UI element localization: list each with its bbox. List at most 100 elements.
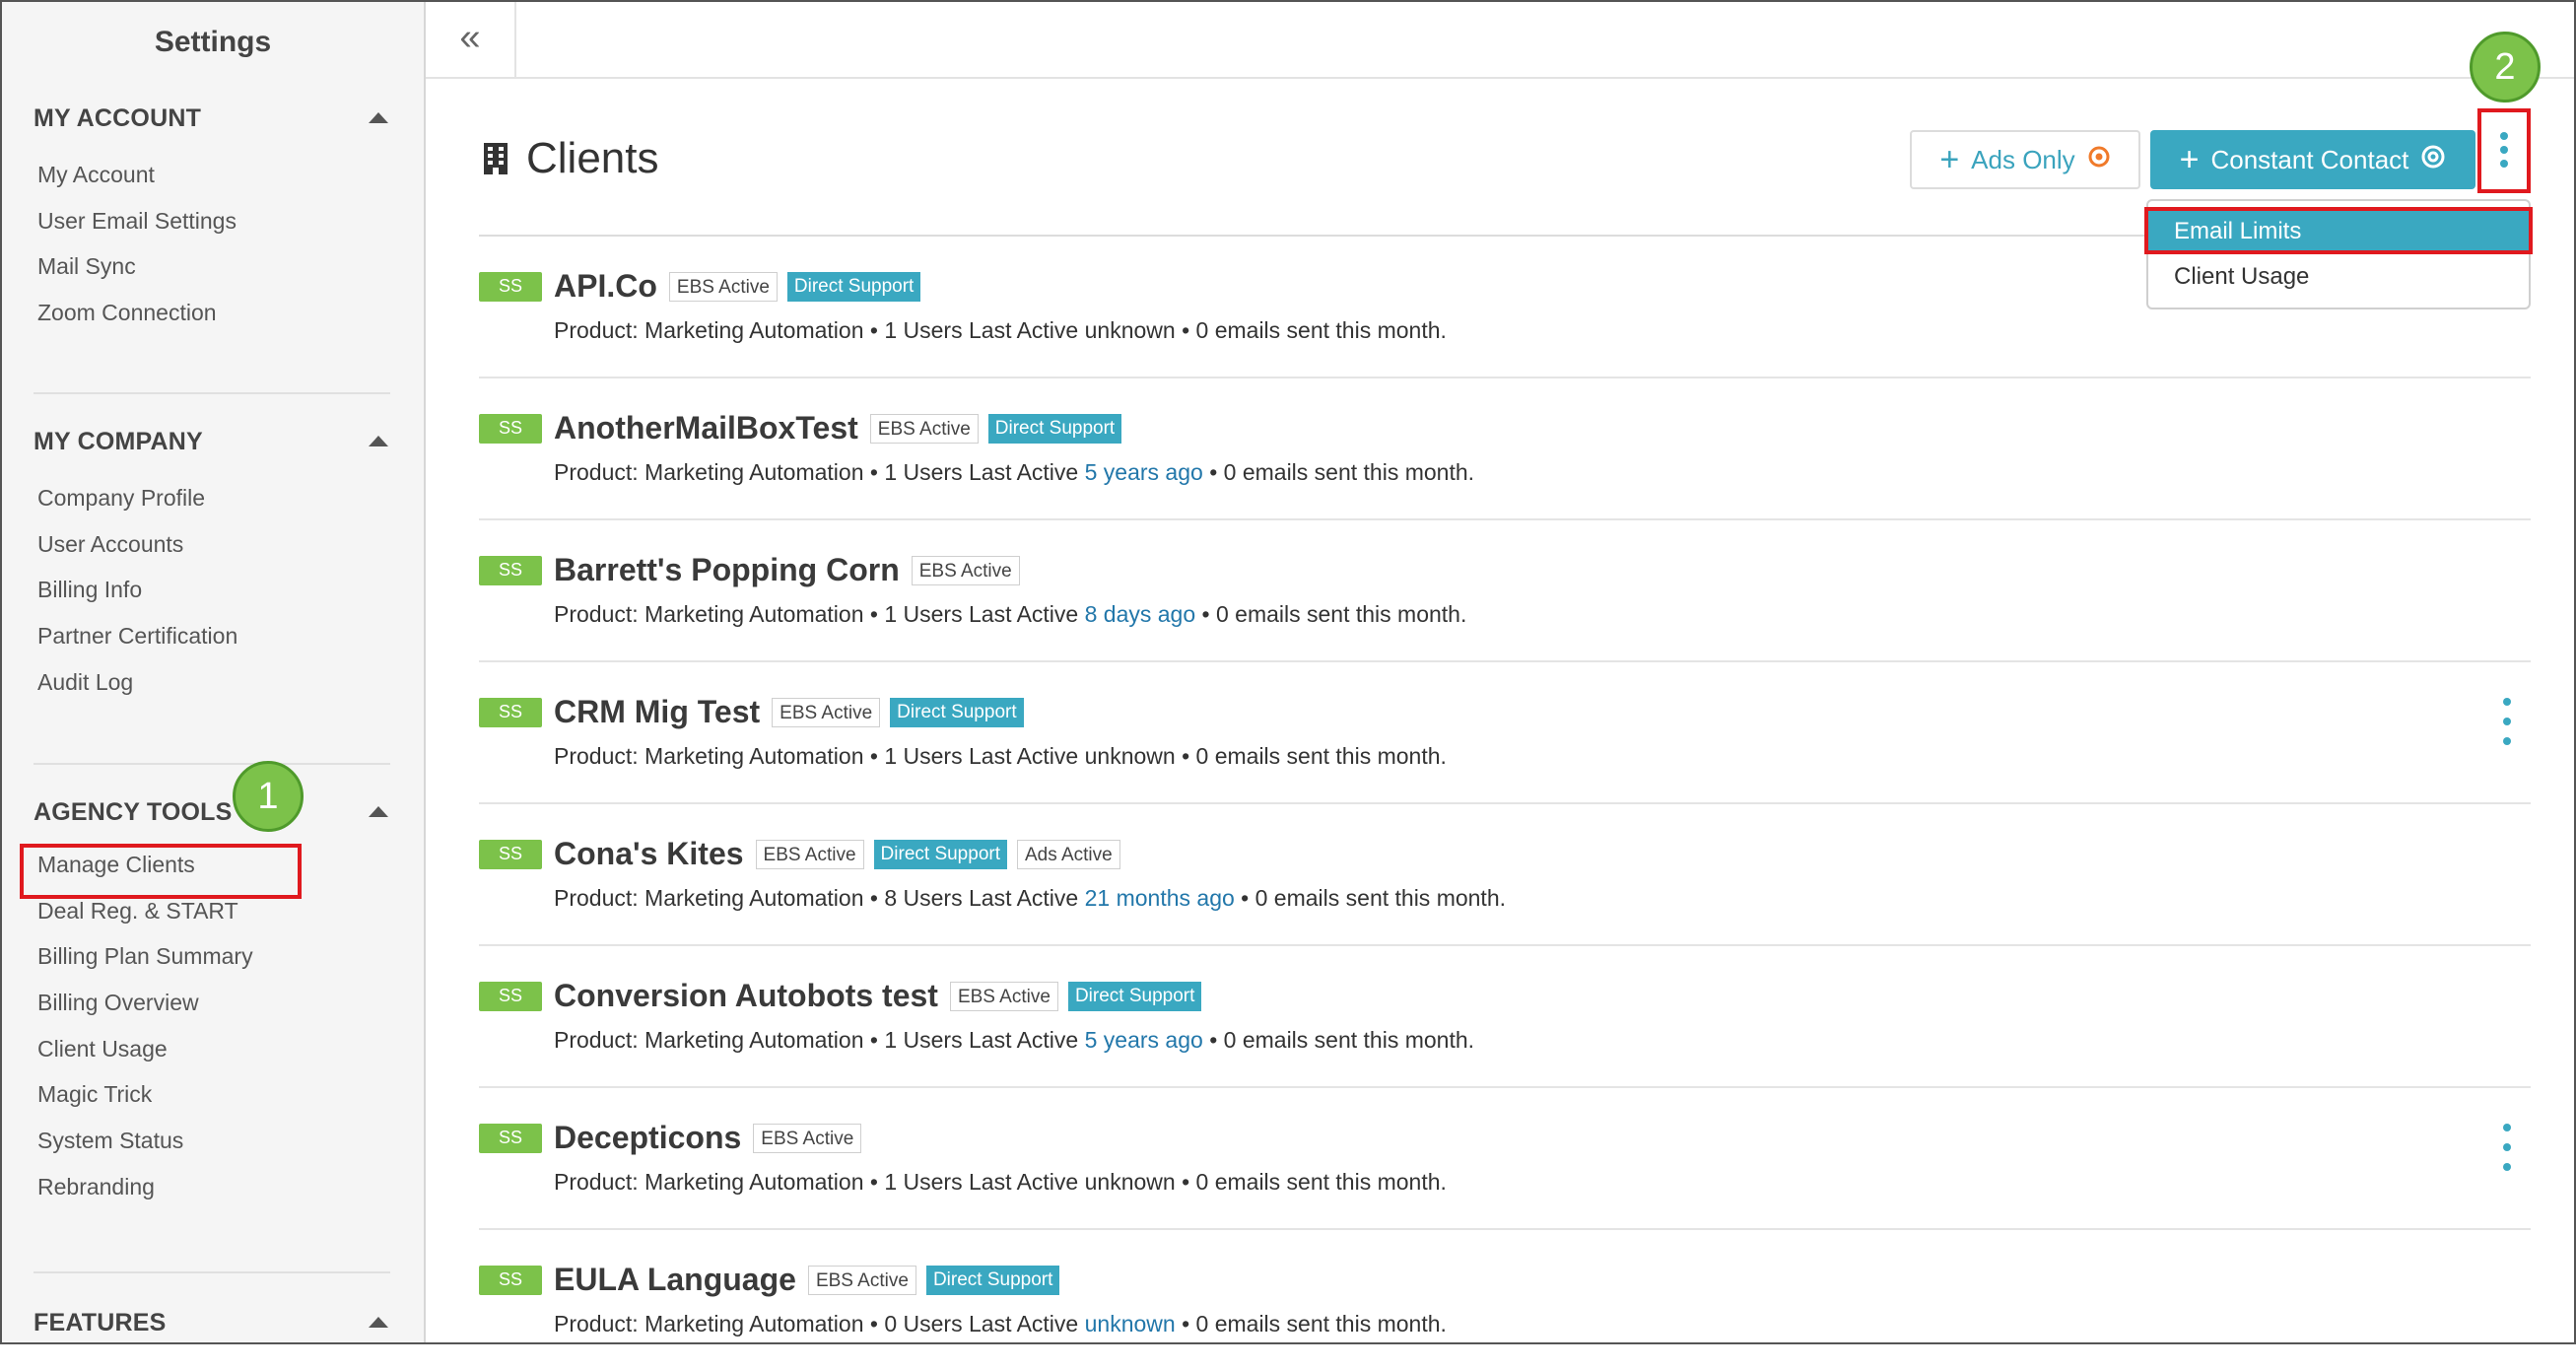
last-active-value[interactable]: 21 months ago bbox=[1085, 885, 1235, 911]
more-options-dropdown: Email Limits Client Usage bbox=[2146, 199, 2531, 309]
users-last-active-label: Users Last Active bbox=[897, 1027, 1085, 1053]
users-last-active-label: Users Last Active bbox=[897, 459, 1085, 485]
sidebar-item-user-accounts[interactable]: User Accounts bbox=[34, 521, 390, 568]
status-badge: Direct Support bbox=[873, 839, 1007, 869]
client-name[interactable]: API.Co bbox=[554, 268, 657, 305]
status-badge: Ads Active bbox=[1017, 839, 1120, 869]
user-count: 8 bbox=[884, 885, 898, 911]
last-active-value[interactable]: unknown bbox=[1085, 1311, 1176, 1336]
sidebar-item-my-account[interactable]: My Account bbox=[34, 152, 390, 198]
client-summary: Product: Marketing Automation • 1 Users … bbox=[554, 459, 1474, 486]
users-last-active-label: Users Last Active bbox=[897, 1311, 1085, 1336]
sidebar-item-billing-plan-summary[interactable]: Billing Plan Summary bbox=[34, 933, 390, 980]
ss-badge: SS bbox=[479, 1265, 542, 1295]
client-name[interactable]: Conversion Autobots test bbox=[554, 978, 938, 1014]
user-count: 1 bbox=[884, 317, 898, 343]
client-name[interactable]: EULA Language bbox=[554, 1262, 796, 1298]
sidebar-item-company-profile[interactable]: Company Profile bbox=[34, 475, 390, 521]
emails-sent-label: • 0 emails sent this month. bbox=[1202, 459, 1475, 485]
status-badge: EBS Active bbox=[755, 839, 864, 869]
sidebar-item-user-email-settings[interactable]: User Email Settings bbox=[34, 198, 390, 244]
client-name[interactable]: Barrett's Popping Corn bbox=[554, 552, 900, 588]
status-badge: Direct Support bbox=[890, 697, 1024, 727]
menu-item-email-limits[interactable]: Email Limits bbox=[2148, 209, 2529, 254]
row-more-options-icon[interactable] bbox=[2497, 698, 2517, 745]
status-badge: Direct Support bbox=[987, 413, 1122, 444]
users-last-active-label: Users Last Active bbox=[897, 743, 1085, 769]
caret-up-icon[interactable] bbox=[369, 806, 388, 817]
product-prefix: Product: Marketing Automation • bbox=[554, 601, 885, 627]
section-label: FEATURES bbox=[34, 1309, 167, 1336]
client-name[interactable]: Cona's Kites bbox=[554, 836, 744, 872]
collapse-sidebar-icon[interactable]: « bbox=[426, 2, 516, 77]
ads-only-button[interactable]: + Ads Only bbox=[1910, 130, 2140, 189]
sidebar-item-rebranding[interactable]: Rebranding bbox=[34, 1164, 390, 1210]
target-icon bbox=[2087, 145, 2111, 175]
status-badge: EBS Active bbox=[668, 271, 778, 302]
client-row: SS Barrett's Popping Corn EBS Active Produc… bbox=[479, 518, 2531, 660]
status-badge: Direct Support bbox=[925, 1265, 1060, 1295]
product-prefix: Product: Marketing Automation • bbox=[554, 1169, 885, 1195]
sidebar-item-mail-sync[interactable]: Mail Sync bbox=[34, 243, 390, 290]
client-row-header: SS API.Co EBS Active Direct Support bbox=[479, 268, 930, 305]
section-header-agency-tools[interactable]: AGENCY TOOLS bbox=[34, 798, 390, 838]
sidebar-item-partner-certification[interactable]: Partner Certification bbox=[34, 613, 390, 659]
section-header-my-company[interactable]: MY COMPANY bbox=[34, 428, 390, 467]
sidebar-item-magic-trick[interactable]: Magic Trick bbox=[34, 1071, 390, 1118]
settings-sidebar: Settings MY ACCOUNT My Account User Emai… bbox=[2, 2, 426, 1342]
sidebar-item-client-usage[interactable]: Client Usage bbox=[34, 1026, 390, 1072]
status-badge: Direct Support bbox=[786, 271, 921, 302]
client-row-header: SS Cona's Kites EBS Active Direct Support Ad… bbox=[479, 836, 1130, 872]
section-header-features[interactable]: FEATURES bbox=[34, 1309, 390, 1342]
emails-sent-label: • 0 emails sent this month. bbox=[1175, 1311, 1447, 1336]
plus-icon: + bbox=[1939, 141, 1960, 178]
last-active-value: unknown bbox=[1084, 1169, 1176, 1195]
section-label: AGENCY TOOLS bbox=[34, 798, 233, 826]
client-summary: Product: Marketing Automation • 8 Users … bbox=[554, 885, 1506, 912]
last-active-value[interactable]: 5 years ago bbox=[1085, 459, 1203, 485]
sidebar-item-billing-overview[interactable]: Billing Overview bbox=[34, 980, 390, 1026]
sidebar-item-billing-info[interactable]: Billing Info bbox=[34, 567, 390, 613]
ss-badge: SS bbox=[479, 413, 542, 444]
sidebar-item-zoom-connection[interactable]: Zoom Connection bbox=[34, 290, 390, 336]
section-header-my-account[interactable]: MY ACCOUNT bbox=[34, 104, 390, 144]
user-count: 1 bbox=[884, 459, 898, 485]
sidebar-item-audit-log[interactable]: Audit Log bbox=[34, 659, 390, 706]
product-prefix: Product: Marketing Automation • bbox=[554, 1027, 885, 1053]
client-row-header: SS Decepticons EBS Active bbox=[479, 1120, 871, 1156]
section-my-account: MY ACCOUNT My Account User Email Setting… bbox=[34, 104, 390, 336]
product-prefix: Product: Marketing Automation • bbox=[554, 459, 885, 485]
sidebar-item-manage-clients[interactable]: Manage Clients bbox=[34, 842, 390, 888]
emails-sent-label: • 0 emails sent this month. bbox=[1202, 1027, 1475, 1053]
constant-contact-button[interactable]: + Constant Contact bbox=[2150, 130, 2475, 189]
last-active-value[interactable]: 8 days ago bbox=[1085, 601, 1196, 627]
client-row-header: SS Barrett's Popping Corn EBS Active bbox=[479, 552, 1030, 588]
more-options-icon[interactable] bbox=[2479, 110, 2529, 189]
menu-item-client-usage[interactable]: Client Usage bbox=[2148, 254, 2529, 300]
ss-badge: SS bbox=[479, 271, 542, 302]
divider bbox=[34, 763, 390, 765]
divider bbox=[34, 1271, 390, 1273]
product-prefix: Product: Marketing Automation • bbox=[554, 1311, 885, 1336]
client-name[interactable]: Decepticons bbox=[554, 1120, 741, 1156]
sidebar-item-system-status[interactable]: System Status bbox=[34, 1118, 390, 1164]
emails-sent-label: • 0 emails sent this month. bbox=[1234, 885, 1507, 911]
users-last-active-label: Users Last Active bbox=[897, 885, 1085, 911]
sidebar-item-deal-reg-start[interactable]: Deal Reg. & START bbox=[34, 888, 390, 934]
ss-badge: SS bbox=[479, 981, 542, 1011]
constant-contact-logo-icon bbox=[2420, 144, 2446, 176]
caret-up-icon[interactable] bbox=[369, 436, 388, 446]
client-name[interactable]: CRM Mig Test bbox=[554, 694, 760, 730]
caret-up-icon[interactable] bbox=[369, 112, 388, 123]
users-last-active-label: Users Last Active bbox=[897, 601, 1085, 627]
emails-sent-label: • 0 emails sent this month. bbox=[1175, 317, 1447, 343]
last-active-value[interactable]: 5 years ago bbox=[1085, 1027, 1203, 1053]
user-count: 1 bbox=[884, 1169, 898, 1195]
row-more-options-icon[interactable] bbox=[2497, 1124, 2517, 1171]
caret-up-icon[interactable] bbox=[369, 1317, 388, 1328]
section-label: MY COMPANY bbox=[34, 428, 203, 455]
callout-step-1: 1 bbox=[233, 761, 304, 832]
client-name[interactable]: AnotherMailBoxTest bbox=[554, 410, 858, 446]
product-prefix: Product: Marketing Automation • bbox=[554, 317, 885, 343]
product-prefix: Product: Marketing Automation • bbox=[554, 743, 885, 769]
